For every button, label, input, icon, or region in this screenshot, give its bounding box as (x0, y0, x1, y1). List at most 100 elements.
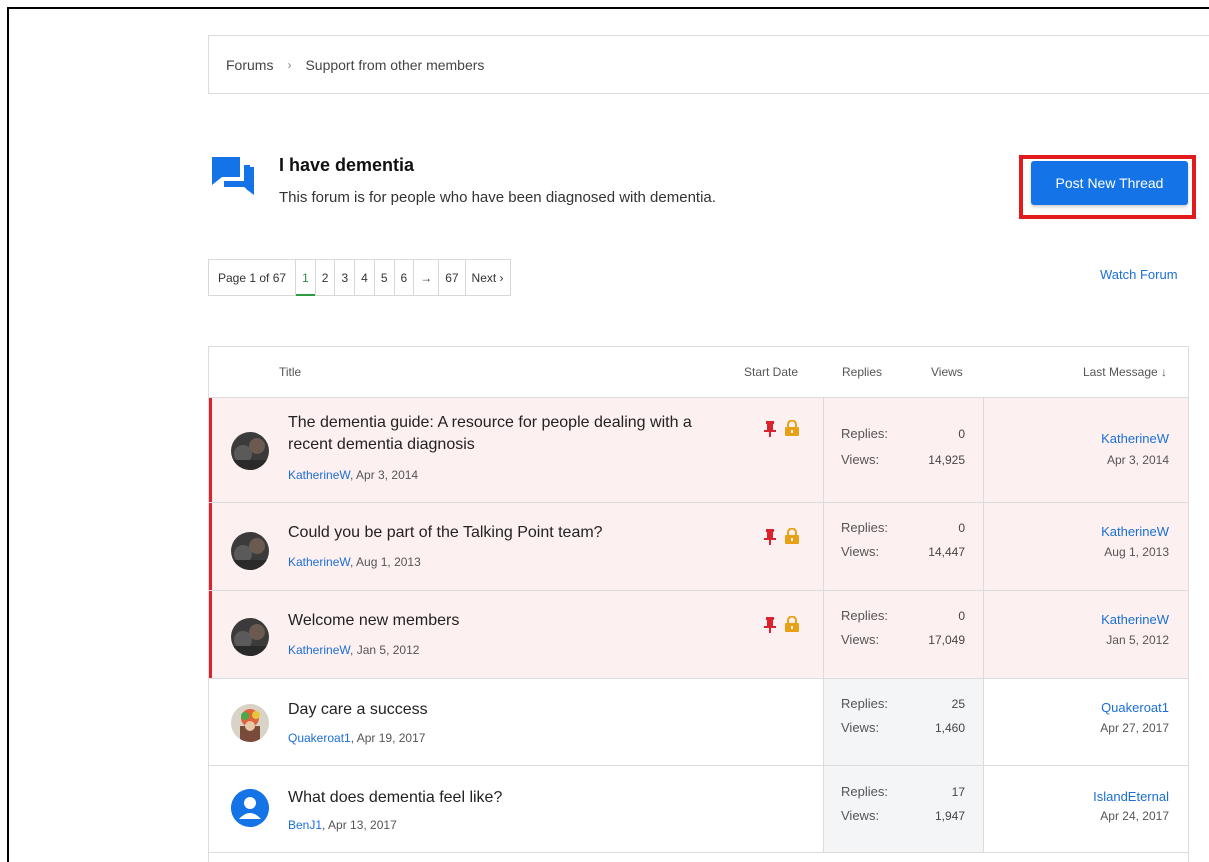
thread-stats: Replies: 17 Views: 1,947 (823, 766, 984, 852)
thread-meta: KatherineW, Jan 5, 2012 (288, 643, 419, 657)
last-poster-link[interactable]: KatherineW (1101, 612, 1169, 627)
watch-forum-link[interactable]: Watch Forum (1100, 267, 1178, 282)
thread-meta: KatherineW, Apr 3, 2014 (288, 468, 418, 482)
page-indicator: Page 1 of 67 (209, 260, 297, 295)
forum-title: I have dementia (279, 155, 415, 175)
thread-meta: Quakeroat1, Apr 19, 2017 (288, 731, 425, 745)
views-label: Views: (841, 632, 880, 647)
thread-meta: KatherineW, Aug 1, 2013 (288, 555, 421, 569)
lock-icon (785, 615, 799, 632)
replies-count: 17 (951, 785, 965, 799)
thread-title-link[interactable]: Day care a success (288, 699, 428, 721)
views-label: Views: (841, 452, 880, 467)
thread-start-date: , Apr 19, 2017 (350, 731, 426, 745)
start-date-column-header[interactable]: Start Date (744, 365, 798, 379)
views-label: Views: (841, 720, 880, 735)
replies-count: 0 (958, 521, 965, 535)
page-2-link[interactable]: 2 (316, 260, 336, 295)
page-6-link[interactable]: 6 (395, 260, 415, 295)
window-frame-top (7, 7, 1209, 9)
thread-row[interactable]: What does dementia feel like? BenJ1, Apr… (209, 766, 1188, 853)
thread-row[interactable]: The dementia guide: A resource for peopl… (209, 398, 1188, 503)
thread-author-link[interactable]: KatherineW (288, 555, 350, 569)
breadcrumb-separator: › (287, 57, 292, 72)
breadcrumb-forums-link[interactable]: Forums (226, 57, 273, 73)
views-count: 1,947 (934, 809, 965, 823)
views-count: 1,460 (934, 721, 965, 735)
thread-title-line-1: The dementia guide: A resource for peopl… (288, 414, 692, 431)
thread-author-link[interactable]: Quakeroat1 (288, 731, 351, 745)
thread-row-partial[interactable] (209, 853, 1188, 862)
replies-label: Replies: (841, 426, 888, 441)
lock-icon (785, 527, 799, 544)
views-count: 14,925 (928, 453, 965, 467)
thread-row[interactable]: Welcome new members KatherineW, Jan 5, 2… (209, 591, 1188, 679)
replies-label: Replies: (841, 608, 888, 623)
page-67-link[interactable]: 67 (439, 260, 466, 295)
replies-count: 25 (951, 697, 965, 711)
thread-title-link[interactable]: Welcome new members (288, 610, 459, 632)
breadcrumb: Forums › Support from other members (208, 35, 1209, 94)
last-poster-link[interactable]: KatherineW (1101, 524, 1169, 539)
avatar[interactable] (231, 432, 269, 470)
thread-stats: Replies: 0 Views: 14,447 (823, 503, 984, 590)
last-post-date[interactable]: Aug 1, 2013 (1104, 545, 1169, 559)
thread-meta: BenJ1, Apr 13, 2017 (288, 818, 397, 832)
views-count: 14,447 (928, 545, 965, 559)
next-page-link[interactable]: Next › (466, 260, 510, 295)
chat-bubbles-icon (210, 155, 258, 201)
views-count: 17,049 (928, 633, 965, 647)
thread-start-date: , Apr 3, 2014 (350, 468, 419, 482)
views-column-header[interactable]: Views (931, 365, 963, 379)
page-1-link[interactable]: 1 (296, 260, 316, 296)
views-label: Views: (841, 544, 880, 559)
page-4-link[interactable]: 4 (355, 260, 375, 295)
thread-author-link[interactable]: KatherineW (288, 468, 350, 482)
thread-list-header: Title Start Date Replies Views Last Mess… (209, 347, 1188, 398)
pin-icon (764, 529, 776, 545)
replies-label: Replies: (841, 784, 888, 799)
last-poster-link[interactable]: IslandEternal (1093, 789, 1169, 804)
replies-count: 0 (958, 427, 965, 441)
user-icon[interactable] (231, 789, 269, 827)
avatar[interactable] (231, 532, 269, 570)
replies-label: Replies: (841, 696, 888, 711)
breadcrumb-current-forum-link[interactable]: Support from other members (305, 57, 484, 73)
thread-author-link[interactable]: KatherineW (288, 643, 350, 657)
thread-row[interactable]: Day care a success Quakeroat1, Apr 19, 2… (209, 679, 1188, 766)
thread-row[interactable]: Could you be part of the Talking Point t… (209, 503, 1188, 591)
thread-stats: Replies: 0 Views: 17,049 (823, 591, 984, 678)
page-jump-button[interactable]: → (414, 260, 440, 295)
views-label: Views: (841, 808, 880, 823)
thread-title-link[interactable]: What does dementia feel like? (288, 787, 502, 809)
last-poster-link[interactable]: KatherineW (1101, 431, 1169, 446)
thread-start-date: , Apr 13, 2017 (322, 818, 397, 832)
page-5-link[interactable]: 5 (375, 260, 395, 295)
last-message-column-header[interactable]: Last Message ↓ (1083, 365, 1167, 379)
thread-title-link[interactable]: Could you be part of the Talking Point t… (288, 522, 603, 544)
last-post-date[interactable]: Apr 3, 2014 (1107, 453, 1169, 467)
page-3-link[interactable]: 3 (335, 260, 356, 295)
thread-author-link[interactable]: BenJ1 (288, 818, 322, 832)
replies-count: 0 (958, 609, 965, 623)
last-post-date[interactable]: Apr 27, 2017 (1100, 721, 1169, 735)
pin-icon (764, 617, 776, 633)
pin-icon (764, 421, 776, 437)
last-post-date[interactable]: Jan 5, 2012 (1106, 633, 1169, 647)
thread-title-line-2: recent dementia diagnosis (288, 436, 475, 453)
post-new-thread-button[interactable]: Post New Thread (1031, 161, 1188, 205)
last-poster-link[interactable]: Quakeroat1 (1101, 700, 1169, 715)
replies-column-header[interactable]: Replies (842, 365, 882, 379)
thread-list: Title Start Date Replies Views Last Mess… (208, 346, 1189, 862)
avatar[interactable] (231, 704, 269, 742)
replies-label: Replies: (841, 520, 888, 535)
thread-start-date: , Aug 1, 2013 (350, 555, 421, 569)
thread-stats: Replies: 0 Views: 14,925 (823, 398, 984, 502)
avatar[interactable] (231, 618, 269, 656)
thread-start-date: , Jan 5, 2012 (350, 643, 420, 657)
thread-title-link[interactable]: The dementia guide: A resource for peopl… (288, 412, 692, 456)
title-column-header[interactable]: Title (279, 365, 301, 379)
pagination: Page 1 of 67 1 2 3 4 5 6 → 67 Next › (208, 259, 511, 296)
last-post-date[interactable]: Apr 24, 2017 (1100, 809, 1169, 823)
thread-stats: Replies: 25 Views: 1,460 (823, 679, 984, 765)
